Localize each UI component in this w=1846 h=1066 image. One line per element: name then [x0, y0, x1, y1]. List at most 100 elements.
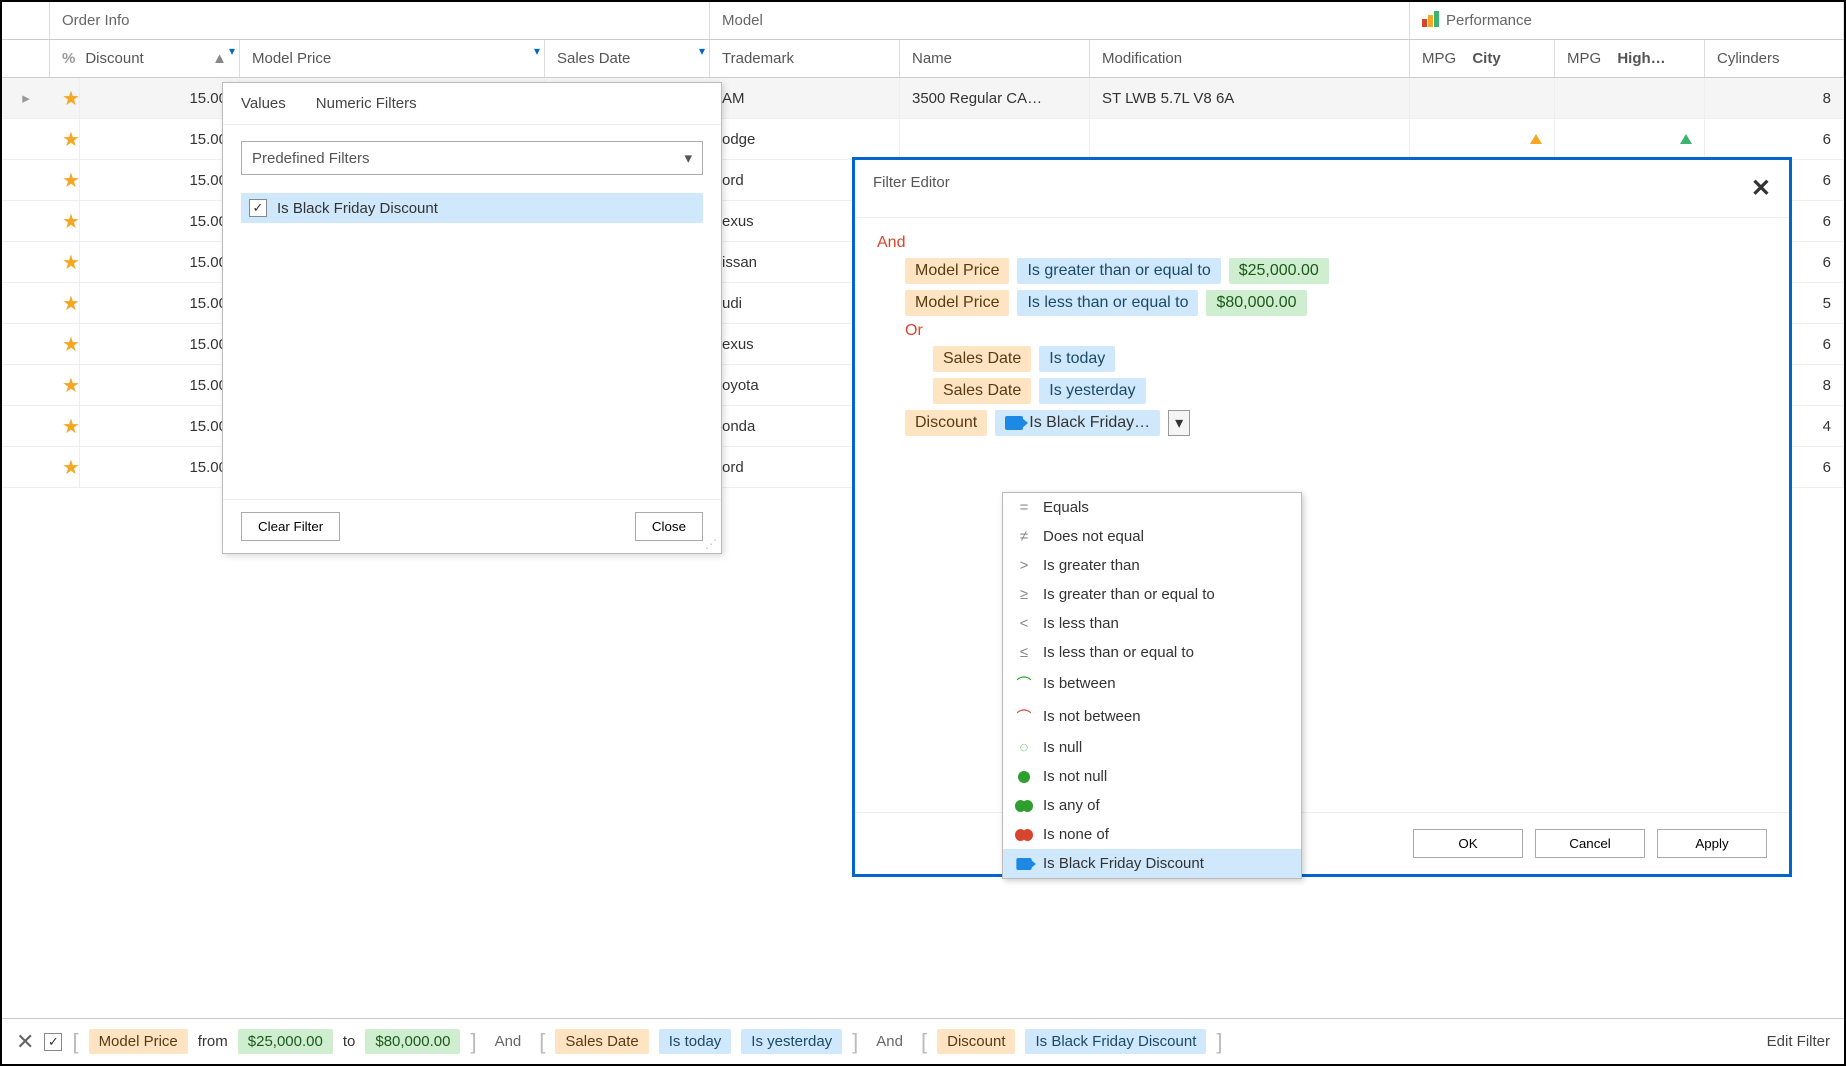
operator-chip-label: Is Black Friday… — [1029, 414, 1150, 432]
operator-option[interactable]: >Is greater than — [1003, 551, 1301, 580]
col-mpg-high-pre: MPG — [1567, 50, 1601, 67]
operator-chip[interactable]: Is today — [659, 1029, 732, 1054]
col-model-price[interactable]: Model Price ▾ — [240, 40, 545, 77]
value-chip[interactable]: $25,000.00 — [1229, 258, 1329, 284]
resize-grip-icon[interactable]: ⋰ — [705, 537, 719, 551]
col-trademark[interactable]: Trademark — [710, 40, 900, 77]
column-header: Discount ▲ ▾ Model Price ▾ Sales Date ▾ … — [2, 40, 1844, 78]
operator-chip[interactable]: Is today — [1039, 346, 1115, 372]
tab-values[interactable]: Values — [241, 95, 286, 112]
filter-item-black-friday[interactable]: ✓ Is Black Friday Discount — [241, 193, 703, 223]
operator-chip[interactable]: Is yesterday — [741, 1029, 842, 1054]
condition-row[interactable]: Discount Is Black Friday… ▾ — [905, 410, 1767, 436]
operator-chip[interactable]: Is greater than or equal to — [1017, 258, 1220, 284]
predefined-filters-dropdown[interactable]: Predefined Filters ▾ — [241, 141, 703, 175]
operator-option-label: Is none of — [1043, 826, 1109, 843]
operator-chip[interactable]: Is Black Friday Discount — [1025, 1029, 1206, 1054]
operator-option[interactable]: Is any of — [1003, 791, 1301, 820]
value-chip[interactable]: $25,000.00 — [238, 1029, 333, 1054]
col-mpg-city[interactable]: MPG City — [1410, 40, 1555, 77]
discount-cell: 15.00 — [80, 242, 240, 282]
value-chip[interactable]: $80,000.00 — [365, 1029, 460, 1054]
cancel-button[interactable]: Cancel — [1535, 829, 1645, 858]
operator-chip[interactable]: Is yesterday — [1039, 378, 1145, 404]
operator-option[interactable]: Is none of — [1003, 820, 1301, 849]
operator-chip[interactable]: Is less than or equal to — [1017, 290, 1198, 316]
operator-option-label: Equals — [1043, 499, 1089, 516]
remove-filter-icon[interactable]: ✕ — [16, 1029, 34, 1055]
band-order-info[interactable]: Order Info — [50, 2, 710, 39]
operator-option[interactable]: ≥Is greater than or equal to — [1003, 580, 1301, 609]
operator-symbol-icon: ◌ — [1015, 739, 1033, 756]
value-chip[interactable]: $80,000.00 — [1206, 290, 1306, 316]
trademark-cell: odge — [710, 119, 900, 159]
col-name[interactable]: Name — [900, 40, 1090, 77]
apply-button[interactable]: Apply — [1657, 829, 1767, 858]
ok-button[interactable]: OK — [1413, 829, 1523, 858]
operator-chip-custom[interactable]: Is Black Friday… — [995, 410, 1160, 436]
group-operator-and[interactable]: And — [877, 234, 1767, 252]
operator-symbol-icon: ≠ — [1015, 528, 1033, 545]
percent-icon — [62, 50, 79, 67]
bar-chart-icon — [1422, 11, 1440, 31]
operator-option[interactable]: ≤Is less than or equal to — [1003, 638, 1301, 667]
col-mpg-high-bold: High… — [1617, 50, 1665, 67]
field-chip[interactable]: Discount — [937, 1029, 1015, 1054]
field-chip[interactable]: Discount — [905, 410, 987, 436]
field-chip[interactable]: Sales Date — [933, 346, 1031, 372]
mpg-city-cell — [1410, 78, 1555, 118]
operator-symbol-icon: ⌒ — [1015, 706, 1033, 727]
discount-cell: 15.00 — [80, 447, 240, 487]
rating-cell: ★ — [50, 365, 80, 405]
bracket-icon: ] — [1216, 1029, 1222, 1055]
operator-symbol-icon: = — [1015, 499, 1033, 516]
operator-option[interactable]: ≠Does not equal — [1003, 522, 1301, 551]
band-model[interactable]: Model — [710, 2, 1410, 39]
condition-row[interactable]: Model Price Is less than or equal to $80… — [905, 290, 1767, 316]
col-sales-date[interactable]: Sales Date ▾ — [545, 40, 710, 77]
discount-cell: 15.00 — [80, 406, 240, 446]
filter-item-label: Is Black Friday Discount — [277, 200, 438, 217]
mpg-highway-cell — [1555, 119, 1705, 159]
operator-option[interactable]: ◌Is null — [1003, 733, 1301, 762]
name-cell: 3500 Regular CA… — [900, 78, 1090, 118]
col-cylinders[interactable]: Cylinders — [1705, 40, 1844, 77]
operator-option[interactable]: Is not null — [1003, 762, 1301, 791]
operator-dropdown-button[interactable]: ▾ — [1168, 410, 1190, 436]
condition-row[interactable]: Model Price Is greater than or equal to … — [905, 258, 1767, 284]
field-chip[interactable]: Model Price — [89, 1029, 188, 1054]
checkbox-icon[interactable]: ✓ — [249, 199, 267, 217]
field-chip[interactable]: Model Price — [905, 258, 1009, 284]
filter-icon[interactable]: ▾ — [229, 44, 235, 58]
field-chip[interactable]: Model Price — [905, 290, 1009, 316]
filter-icon[interactable]: ▾ — [534, 44, 540, 58]
operator-option[interactable]: = Equals — [1003, 493, 1301, 522]
edit-filter-link[interactable]: Edit Filter — [1767, 1033, 1830, 1050]
group-operator-or[interactable]: Or — [905, 322, 1767, 340]
field-chip[interactable]: Sales Date — [933, 378, 1031, 404]
mpg-city-cell — [1410, 119, 1555, 159]
operator-symbol-icon: ≤ — [1015, 644, 1033, 661]
operator-option[interactable]: ⌒Is not between — [1003, 700, 1301, 733]
filter-editor-dialog: Filter Editor ✕ And Model Price Is great… — [852, 157, 1792, 877]
clear-filter-button[interactable]: Clear Filter — [241, 512, 340, 541]
field-chip[interactable]: Sales Date — [555, 1029, 648, 1054]
operator-dropdown-list[interactable]: = Equals ≠Does not equal>Is greater than≥I… — [1002, 492, 1302, 879]
row-indicator: ▸ — [2, 89, 50, 107]
col-discount[interactable]: Discount ▲ ▾ — [50, 40, 240, 77]
close-icon[interactable]: ✕ — [1751, 174, 1771, 203]
condition-row[interactable]: Sales Date Is today — [933, 346, 1767, 372]
col-mpg-highway[interactable]: MPG High… — [1555, 40, 1705, 77]
filter-icon[interactable]: ▾ — [699, 44, 705, 58]
chevron-down-icon: ▾ — [684, 149, 692, 167]
col-modification[interactable]: Modification — [1090, 40, 1410, 77]
modification-cell: ST LWB 5.7L V8 6A — [1090, 78, 1410, 118]
enable-filter-checkbox[interactable]: ✓ — [44, 1033, 62, 1051]
tab-numeric-filters[interactable]: Numeric Filters — [316, 95, 417, 112]
close-button[interactable]: Close — [635, 512, 703, 541]
operator-option[interactable]: <Is less than — [1003, 609, 1301, 638]
band-performance[interactable]: Performance — [1410, 2, 1844, 39]
operator-option[interactable]: Is Black Friday Discount — [1003, 849, 1301, 878]
condition-row[interactable]: Sales Date Is yesterday — [933, 378, 1767, 404]
operator-option[interactable]: ⌒Is between — [1003, 667, 1301, 700]
